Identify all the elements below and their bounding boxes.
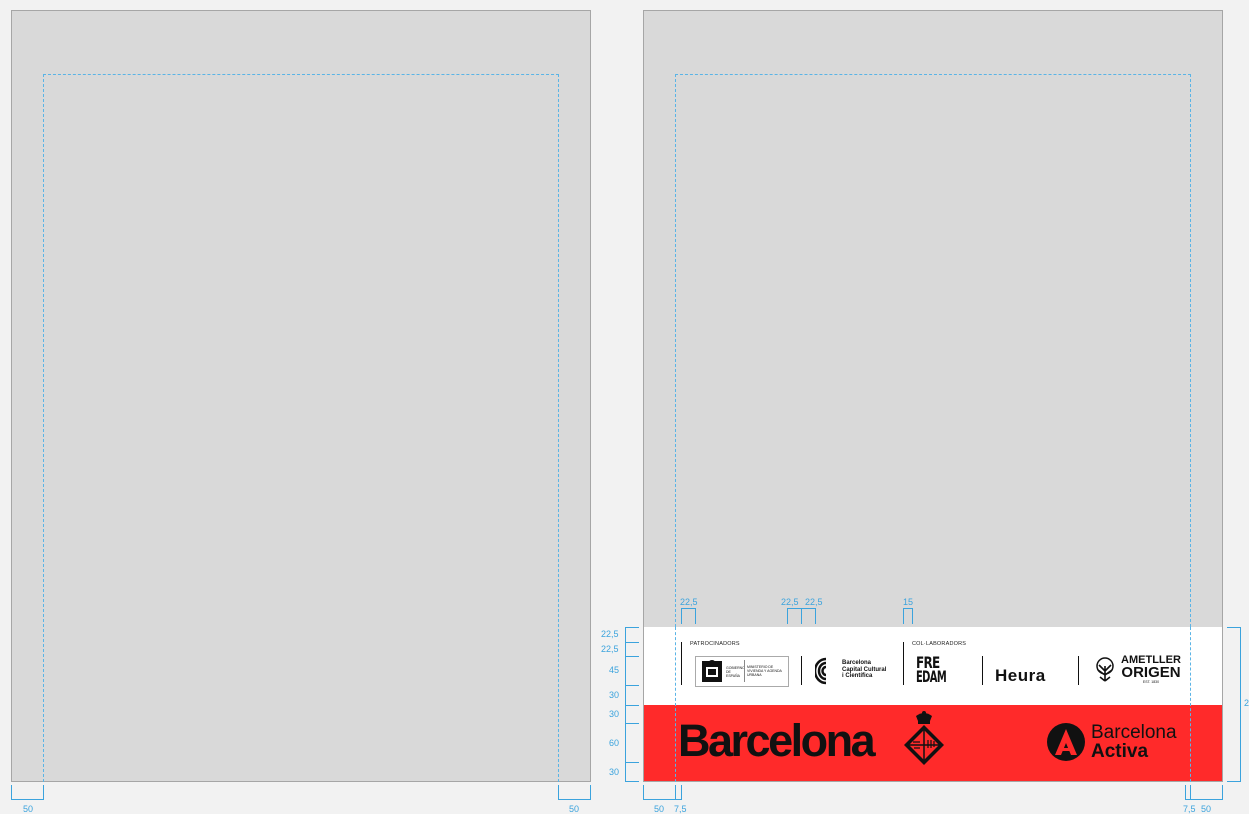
dim-stack-label-7: 30 xyxy=(609,767,620,777)
sponsors-separator xyxy=(801,656,802,685)
dim-tick xyxy=(801,608,802,624)
dim-top-2: 22,5 xyxy=(781,597,799,607)
dim-stack-tick-4 xyxy=(625,705,639,706)
barcelona-crest-icon xyxy=(904,711,944,765)
dim-stack-label-1: 22,5 xyxy=(601,629,619,639)
heura-logo: Heura xyxy=(995,666,1046,685)
barcelona-wordmark: Barcelona xyxy=(678,715,876,766)
gov-text-2: MINISTERIO DE VIVIENDA Y AGENDA URBANA xyxy=(747,665,782,677)
dim-line xyxy=(558,799,591,800)
collaborators-divider xyxy=(903,642,904,685)
safe-line-right-overlay xyxy=(1190,627,1191,782)
dim-tick xyxy=(1222,785,1223,800)
collab-separator-1 xyxy=(982,656,983,685)
dim-total-tick-bottom xyxy=(1227,781,1241,782)
safe-line-left-overlay xyxy=(675,627,676,782)
sponsors-divider xyxy=(681,642,682,685)
collaborators-label: COL·LABORADORS xyxy=(912,641,967,647)
gov-text-1: GOBIERNO DE ESPAÑA xyxy=(726,666,745,678)
dim-total-line xyxy=(1240,627,1241,782)
dim-line xyxy=(681,608,696,609)
dim-tick xyxy=(815,608,816,624)
dim-tick xyxy=(681,785,682,800)
bcc-spiral-icon xyxy=(815,657,827,685)
dim-total-tick-top xyxy=(1227,627,1241,628)
activa-text: Barcelona Activa xyxy=(1091,723,1177,761)
tree-icon xyxy=(1096,657,1114,682)
dim-stack-label-3: 45 xyxy=(609,665,620,675)
dim-stack-label-2: 22,5 xyxy=(601,644,619,654)
dim-tick xyxy=(903,608,904,624)
dim-tick xyxy=(695,608,696,624)
coat-of-arms-icon xyxy=(702,660,722,682)
dim-stack-tick-0 xyxy=(625,627,639,628)
dim-top-1: 22,5 xyxy=(680,597,698,607)
activa-logo-icon xyxy=(1047,723,1085,761)
left-safe-area xyxy=(43,74,559,782)
dim-stack-tick-5 xyxy=(625,723,639,724)
dim-total-label: 2 xyxy=(1244,698,1249,708)
dim-tick xyxy=(11,785,12,800)
dim-tick xyxy=(787,608,788,624)
dim-stack-tick-2 xyxy=(625,656,639,657)
freedam-logo: FRE EDAM xyxy=(916,655,968,686)
bcc-text: Barcelona Capital Cultural i Científica xyxy=(842,660,886,680)
ametller-line-2: ORIGEN xyxy=(1121,664,1181,681)
government-logo: GOBIERNO DE ESPAÑA MINISTERIO DE VIVIEND… xyxy=(695,656,789,687)
dim-stack-tick-6 xyxy=(625,762,639,763)
dim-stack-label-5: 30 xyxy=(609,709,620,719)
dim-stack-tick-1 xyxy=(625,642,639,643)
activa-line-2: Activa xyxy=(1091,741,1149,762)
freedam-line-2: EDAM xyxy=(916,667,947,686)
sponsors-label: PATROCINADORS xyxy=(690,641,740,647)
dim-tick xyxy=(1190,785,1191,800)
dim-top-3: 22,5 xyxy=(805,597,823,607)
bcc-line-3: i Científica xyxy=(842,673,873,679)
dim-tick xyxy=(43,785,44,800)
dim-tick xyxy=(643,785,644,800)
dim-stack-label-4: 30 xyxy=(609,690,620,700)
dim-tick xyxy=(681,608,682,624)
dim-tick xyxy=(558,785,559,800)
collab-separator-2 xyxy=(1078,656,1079,685)
dim-top-4: 15 xyxy=(903,597,914,607)
activa-line-1: Barcelona xyxy=(1091,722,1177,743)
dim-stack-tick-7 xyxy=(625,781,639,782)
dim-stack-label-6: 60 xyxy=(609,738,620,748)
ametller-text: AMETLLER ORIGEN EST. 1830 xyxy=(1121,655,1181,685)
dim-tick xyxy=(675,785,676,800)
dim-line xyxy=(11,799,44,800)
dim-stack-tick-3 xyxy=(625,685,639,686)
dim-tick xyxy=(590,785,591,800)
dim-tick xyxy=(912,608,913,624)
dim-tick xyxy=(1185,785,1186,800)
